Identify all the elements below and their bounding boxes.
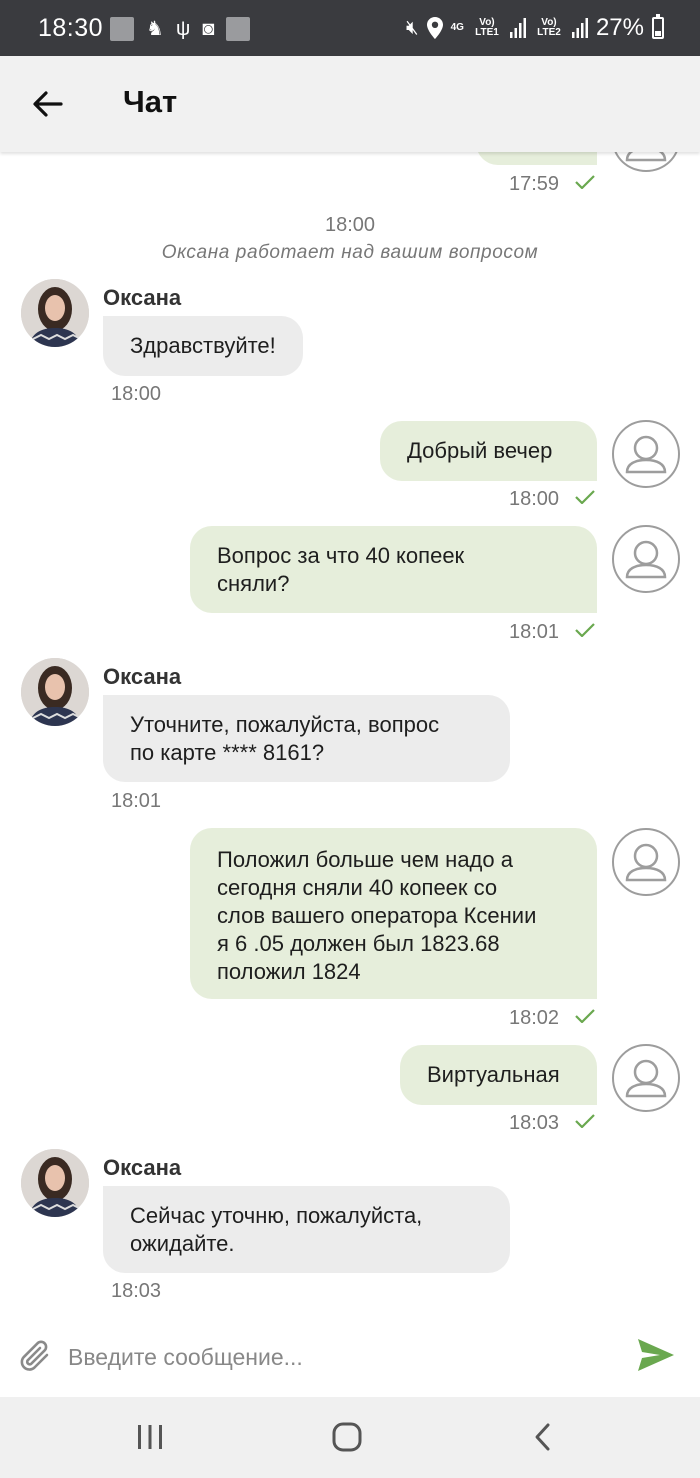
check-icon — [575, 175, 595, 189]
chat-messages[interactable]: 17:59 18:00 Оксана работает над вашим во… — [0, 152, 700, 1317]
location-icon — [426, 17, 443, 39]
message-text: Виртуальная — [427, 1062, 560, 1087]
message-text: Здравствуйте! — [130, 333, 276, 358]
message-time: 18:00 — [509, 488, 560, 510]
system-time: 18:00 — [324, 214, 376, 236]
recent-apps-icon — [138, 1425, 162, 1449]
signal-icon — [509, 18, 526, 38]
network-4g-label: 4G — [450, 22, 464, 33]
recent-apps-button[interactable] — [130, 1419, 170, 1455]
user-avatar — [612, 1044, 680, 1112]
user-avatar — [612, 525, 680, 593]
user-avatar-icon — [625, 435, 667, 474]
home-icon — [332, 1422, 362, 1452]
status-right-icons: 🔇︎ 4G Vo) LTE1 Vo) LTE2 27% — [406, 14, 664, 42]
arrow-left-icon — [33, 91, 63, 117]
home-button[interactable] — [327, 1419, 367, 1455]
status-left-icons: ♞ ψ ◙ — [110, 17, 251, 41]
paperclip-icon — [20, 1340, 49, 1371]
sim2-label: Vo) LTE2 — [537, 17, 561, 38]
user-avatar-icon — [625, 1059, 667, 1098]
message-input[interactable] — [68, 1335, 608, 1379]
message-time: 18:01 — [509, 621, 560, 643]
user-avatar — [612, 828, 680, 896]
message-time: 18:02 — [509, 1007, 560, 1029]
user-avatar-icon — [625, 843, 667, 882]
message-bubble-outgoing: Добрый вечер — [380, 421, 597, 481]
message-text: Добрый вечер — [407, 438, 553, 463]
message-text-line: я 6 .05 должен был 1823.68 — [217, 931, 500, 956]
check-icon — [575, 623, 595, 637]
send-button[interactable] — [634, 1333, 678, 1377]
system-nav-bar — [0, 1397, 700, 1478]
usb-icon: ψ — [175, 18, 191, 40]
message-time: 18:03 — [509, 1112, 560, 1134]
sender-name: Оксана — [103, 664, 182, 689]
battery-percent: 27% — [595, 14, 644, 41]
attach-button[interactable] — [16, 1337, 56, 1377]
message-text-line: ожидайте. — [130, 1231, 235, 1256]
message-bubble-outgoing: Виртуальная — [400, 1045, 597, 1105]
status-bar: 18:30 ♞ ψ ◙ 🔇︎ 4G Vo) LTE1 Vo) LTE2 27% — [0, 0, 700, 56]
check-icon — [575, 1009, 595, 1023]
agent-avatar — [21, 658, 89, 726]
sender-name: Оксана — [103, 1155, 182, 1180]
message-time: 18:00 — [111, 383, 162, 405]
notification-icon — [226, 17, 251, 41]
message-time: 17:59 — [509, 173, 560, 195]
message-text-line: Сейчас уточню, пожалуйста, — [130, 1203, 423, 1228]
system-note: Оксана работает над вашим вопросом — [161, 242, 539, 263]
message-text-line: Вопрос за что 40 копеек — [217, 543, 465, 568]
message-text-line: сегодня сняли 40 копеек со — [217, 875, 498, 900]
app-notification-icon: ♞ — [146, 18, 164, 40]
message-time: 18:03 — [111, 1280, 162, 1302]
sim1-label: Vo) LTE1 — [475, 17, 499, 38]
message-text-line: слов вашего оператора Ксении — [217, 903, 537, 928]
message-bubble-outgoing — [476, 152, 597, 165]
chevron-left-icon — [535, 1423, 550, 1451]
message-text-line: Уточните, пожалуйста, вопрос — [130, 712, 440, 737]
message-text-line: по карте **** 8161? — [130, 740, 325, 765]
message-bubble-outgoing: Положил больше чем надо а сегодня сняли … — [190, 828, 597, 999]
message-composer — [0, 1317, 700, 1397]
screen-record-icon: ◙ — [202, 18, 215, 40]
message-text-line: сняли? — [217, 571, 290, 596]
send-icon — [638, 1339, 674, 1371]
message-bubble-incoming: Уточните, пожалуйста, вопрос по карте **… — [103, 695, 510, 782]
app-bar: Чат — [0, 56, 700, 152]
agent-avatar — [21, 1149, 89, 1217]
check-icon — [575, 490, 595, 504]
page-title: Чат — [123, 84, 178, 119]
user-avatar — [612, 152, 680, 172]
notification-icon — [110, 17, 134, 41]
check-icon — [575, 1114, 595, 1128]
status-time: 18:30 — [38, 14, 104, 42]
message-bubble-incoming: Сейчас уточню, пожалуйста, ожидайте. — [103, 1186, 510, 1273]
back-nav-button[interactable] — [523, 1419, 563, 1455]
mute-icon: 🔇︎ — [406, 17, 419, 39]
user-avatar — [612, 420, 680, 488]
message-time: 18:01 — [111, 790, 162, 812]
signal-icon — [571, 18, 588, 38]
message-text-line: Положил больше чем надо а — [217, 847, 513, 872]
message-bubble-incoming: Здравствуйте! — [103, 316, 303, 376]
battery-icon — [652, 14, 664, 39]
back-button[interactable] — [28, 84, 68, 124]
message-text-line: положил 1824 — [217, 959, 361, 984]
agent-avatar — [21, 279, 89, 347]
user-avatar-icon — [625, 152, 667, 162]
message-bubble-outgoing: Вопрос за что 40 копеек сняли? — [190, 526, 597, 613]
user-avatar-icon — [625, 540, 667, 579]
sender-name: Оксана — [103, 285, 182, 310]
